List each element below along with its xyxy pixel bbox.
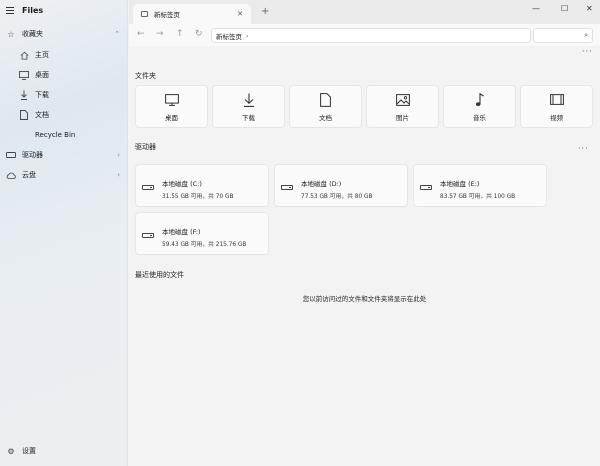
drive-card-f[interactable]: 本地磁盘 (F:) 59.43 GB 可用，共 215.76 GB <box>135 212 269 255</box>
app-header: Files <box>6 6 43 15</box>
maximize-icon[interactable]: ☐ <box>561 4 568 13</box>
drive-card-c[interactable]: 本地磁盘 (C:) 31.55 GB 可用，共 70 GB <box>135 164 269 207</box>
chevron-right-icon[interactable]: › <box>117 151 120 159</box>
drive-card-d[interactable]: 本地磁盘 (D:) 77.53 GB 可用，共 80 GB <box>274 164 408 207</box>
sidebar-item-home[interactable]: 主页 <box>0 46 128 64</box>
folder-card-downloads[interactable]: 下载 <box>212 85 285 128</box>
tab-icon <box>141 11 148 17</box>
drive-capacity: 83.57 GB 可用，共 100 GB <box>440 194 516 200</box>
more-options-icon[interactable]: ··· <box>582 47 593 56</box>
drive-name: 本地磁盘 (D:) <box>301 180 342 188</box>
sidebar-item-label: 设置 <box>22 447 36 455</box>
chevron-up-icon[interactable]: ⌃ <box>114 30 120 38</box>
sidebar-item-label: 文档 <box>35 111 49 119</box>
sidebar-item-desktop[interactable]: 桌面 <box>0 66 128 84</box>
star-icon: ☆ <box>7 29 15 39</box>
drive-card-e[interactable]: 本地磁盘 (E:) 83.57 GB 可用，共 100 GB <box>413 164 547 207</box>
sidebar-item-label: 收藏夹 <box>22 30 43 38</box>
folder-label: 音乐 <box>473 113 486 122</box>
music-icon <box>475 92 485 108</box>
close-tab-icon[interactable]: ✕ <box>237 10 243 18</box>
folder-label: 文档 <box>319 113 332 122</box>
tab-label: 新标签页 <box>154 11 180 19</box>
minimize-icon[interactable]: — <box>532 4 540 13</box>
drive-icon <box>142 233 154 238</box>
main-pane: 新标签页 ✕ + — ☐ ✕ ← → ↑ ↻ 新标签页 › ⌕ ··· 文件夹 … <box>129 0 600 466</box>
cloud-icon <box>6 170 16 180</box>
drive-capacity: 31.55 GB 可用，共 70 GB <box>162 194 234 200</box>
path-input[interactable]: 新标签页 › <box>211 28 531 43</box>
drive-name: 本地磁盘 (C:) <box>162 180 202 188</box>
drive-capacity: 77.53 GB 可用，共 80 GB <box>301 194 373 200</box>
drive-icon <box>281 185 293 190</box>
sidebar-item-drives[interactable]: 驱动器 › <box>0 146 128 164</box>
folder-card-documents[interactable]: 文档 <box>289 85 362 128</box>
gear-icon: ⚙ <box>7 446 15 456</box>
back-arrow-icon[interactable]: ← <box>137 29 145 39</box>
folder-label: 下载 <box>242 113 255 122</box>
drives-section-title: 驱动器 <box>135 143 156 151</box>
folders-section-title: 文件夹 <box>135 72 156 80</box>
drive-icon <box>142 185 154 190</box>
new-tab-icon[interactable]: + <box>261 6 269 17</box>
more-options-icon[interactable]: ··· <box>578 144 589 153</box>
tab-new-tab[interactable]: 新标签页 ✕ <box>133 4 251 24</box>
sidebar-item-label: 云盘 <box>22 171 36 179</box>
hamburger-menu-icon[interactable] <box>6 7 14 14</box>
recent-files-section-title: 最近使用的文件 <box>135 271 184 279</box>
folder-card-desktop[interactable]: 桌面 <box>135 85 208 128</box>
document-icon <box>320 92 331 108</box>
folder-card-videos[interactable]: 视频 <box>520 85 593 128</box>
chevron-right-icon[interactable]: › <box>117 171 120 179</box>
refresh-icon[interactable]: ↻ <box>195 29 203 39</box>
breadcrumb: 新标签页 <box>216 32 242 41</box>
drive-name: 本地磁盘 (E:) <box>440 180 480 188</box>
picture-icon <box>395 92 410 108</box>
sidebar-item-label: 驱动器 <box>22 151 43 159</box>
sidebar-item-label: Recycle Bin <box>35 131 76 139</box>
download-icon <box>19 90 29 100</box>
search-icon: ⌕ <box>584 31 588 39</box>
drive-icon <box>420 185 432 190</box>
sidebar-item-cloud[interactable]: 云盘 › <box>0 166 128 184</box>
desktop-icon <box>164 92 179 108</box>
sidebar-item-label: 主页 <box>35 51 49 59</box>
app-title: Files <box>22 6 44 15</box>
search-input[interactable]: ⌕ <box>533 28 593 43</box>
document-icon <box>19 110 29 120</box>
video-icon <box>549 92 564 108</box>
close-window-icon[interactable]: ✕ <box>586 4 593 13</box>
folder-card-pictures[interactable]: 图片 <box>366 85 439 128</box>
sidebar: Files ☆ 收藏夹 ⌃ 主页 桌面 下载 文档 Recycle Bin 驱动… <box>0 0 128 466</box>
desktop-icon <box>19 70 29 80</box>
folder-card-music[interactable]: 音乐 <box>443 85 516 128</box>
folder-label: 图片 <box>396 113 409 122</box>
forward-arrow-icon[interactable]: → <box>156 29 164 39</box>
sidebar-item-label: 下载 <box>35 91 49 99</box>
address-bar: ← → ↑ ↻ 新标签页 › ⌕ <box>129 24 600 46</box>
sidebar-item-recycle-bin[interactable]: Recycle Bin <box>0 126 128 144</box>
download-icon <box>243 92 255 108</box>
folder-label: 视频 <box>550 113 563 122</box>
sidebar-item-label: 桌面 <box>35 71 49 79</box>
recent-files-empty-message: 您以前访问过的文件和文件夹将显示在此处 <box>302 295 427 303</box>
sidebar-item-downloads[interactable]: 下载 <box>0 86 128 104</box>
drive-name: 本地磁盘 (F:) <box>162 228 201 236</box>
drive-icon <box>6 150 16 160</box>
drive-capacity: 59.43 GB 可用，共 215.76 GB <box>162 242 247 248</box>
up-arrow-icon[interactable]: ↑ <box>176 29 184 39</box>
sidebar-item-settings[interactable]: ⚙ 设置 <box>0 442 128 460</box>
sidebar-item-favorites[interactable]: ☆ 收藏夹 ⌃ <box>0 25 128 43</box>
recycle-bin-icon <box>19 130 29 140</box>
sidebar-item-documents[interactable]: 文档 <box>0 106 128 124</box>
chevron-right-icon: › <box>246 31 249 40</box>
title-bar: 新标签页 ✕ + — ☐ ✕ <box>129 0 600 24</box>
folder-label: 桌面 <box>165 113 178 122</box>
home-icon <box>19 50 29 60</box>
